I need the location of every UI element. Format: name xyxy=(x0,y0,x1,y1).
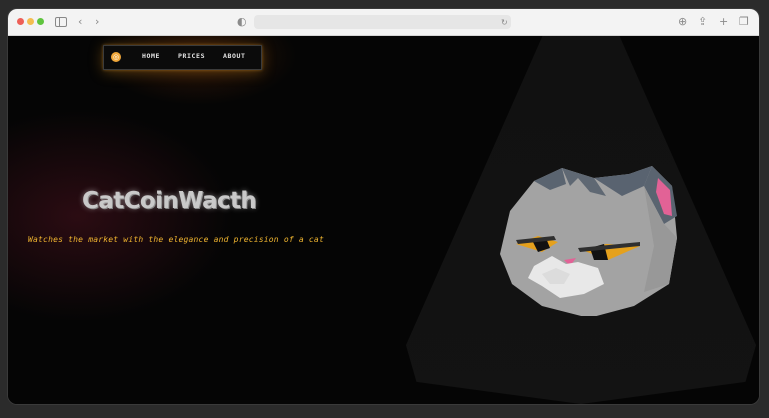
hero-title: CatCoinWacth xyxy=(82,188,257,214)
back-arrow-icon[interactable]: ‹ xyxy=(78,15,82,28)
coin-logo-icon[interactable]: ◎ xyxy=(111,52,121,62)
minimize-window-button[interactable] xyxy=(27,18,34,25)
share-icon[interactable]: ⇪ xyxy=(698,15,707,28)
nav-link-home[interactable]: HOME xyxy=(142,52,160,60)
reload-icon[interactable]: ↻ xyxy=(501,16,508,29)
browser-toolbar: ‹ › ◐ ↻ ⊕ ⇪ + ❐ xyxy=(8,9,759,36)
new-tab-icon[interactable]: + xyxy=(719,15,728,28)
main-navbar: ◎ HOME PRICES ABOUT xyxy=(103,45,262,70)
nav-link-prices[interactable]: PRICES xyxy=(178,52,205,60)
browser-window: ‹ › ◐ ↻ ⊕ ⇪ + ❐ ◎ HOME PRICES ABOUT CatC… xyxy=(8,9,759,404)
close-window-button[interactable] xyxy=(17,18,24,25)
forward-arrow-icon[interactable]: › xyxy=(95,15,99,28)
download-icon[interactable]: ⊕ xyxy=(678,15,687,28)
privacy-shield-icon[interactable]: ◐ xyxy=(237,15,247,28)
zoom-window-button[interactable] xyxy=(37,18,44,25)
cat-illustration xyxy=(500,166,677,316)
page-content: ◎ HOME PRICES ABOUT CatCoinWacth Watches… xyxy=(8,36,759,404)
tab-overview-icon[interactable]: ❐ xyxy=(739,15,749,28)
hero-tagline: Watches the market with the elegance and… xyxy=(28,235,324,244)
nav-link-about[interactable]: ABOUT xyxy=(223,52,246,60)
sidebar-toggle-icon[interactable] xyxy=(55,17,67,27)
address-bar[interactable]: ↻ xyxy=(254,15,511,29)
